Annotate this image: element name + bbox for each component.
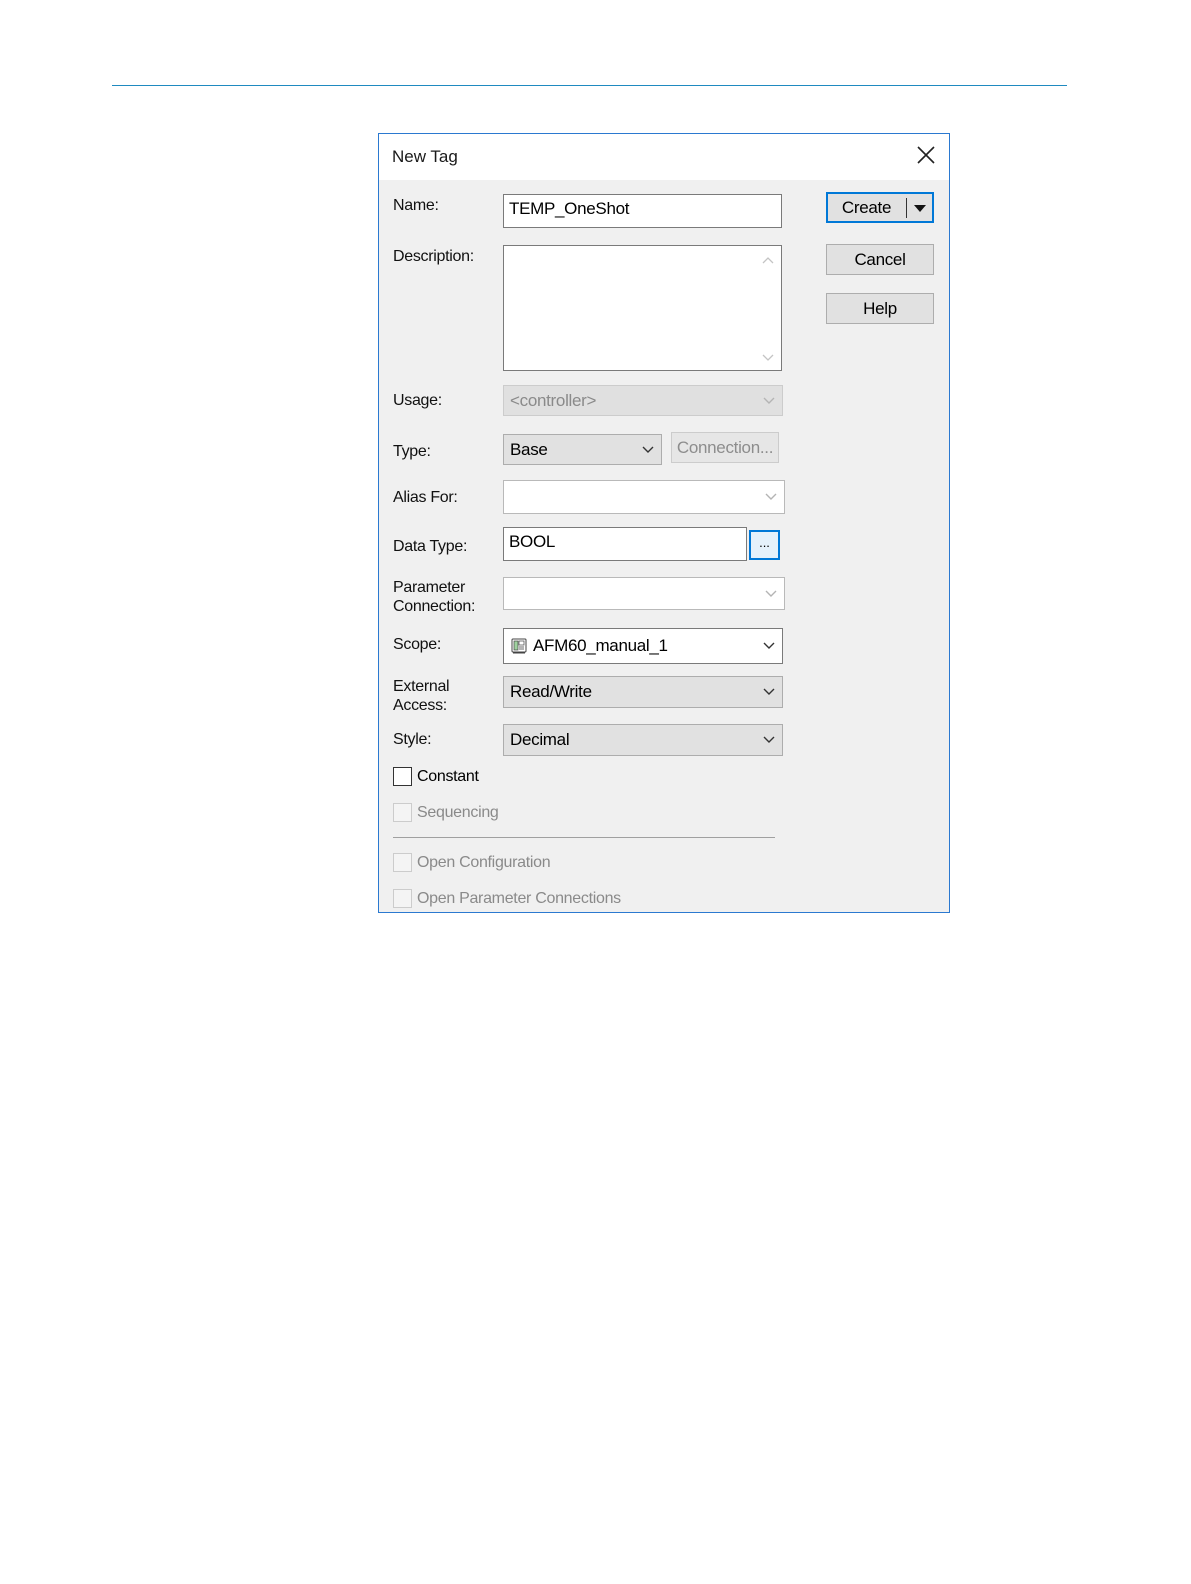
description-label: Description: (393, 248, 474, 265)
usage-select: <controller> (503, 385, 783, 416)
sequencing-checkbox-row[interactable]: Sequencing (393, 803, 499, 822)
create-button-label: Create (841, 197, 892, 217)
parameter-connection-label-line2: Connection: (393, 598, 476, 615)
sequencing-label: Sequencing (417, 803, 499, 821)
dialog-title: New Tag (392, 147, 458, 166)
external-access-select[interactable]: Read/Write (503, 676, 783, 708)
open-parameter-connections-label: Open Parameter Connections (417, 889, 621, 907)
open-configuration-checkbox-row[interactable]: Open Configuration (393, 853, 551, 872)
external-access-label-line2: Access: (393, 697, 447, 714)
data-type-label: Data Type: (393, 538, 468, 555)
open-configuration-label: Open Configuration (417, 853, 551, 871)
create-button[interactable]: Create (826, 192, 934, 223)
style-value: Decimal (510, 730, 570, 749)
chevron-down-icon (763, 642, 775, 649)
page-header-rule (112, 85, 1067, 86)
constant-checkbox[interactable] (393, 767, 412, 786)
external-access-label: External Access: (393, 677, 450, 715)
new-tag-dialog: New Tag Name: TEMP_OneShot Description: … (378, 133, 950, 913)
scope-label: Scope: (393, 636, 442, 653)
scope-select[interactable]: AFM60_manual_1 (503, 628, 783, 664)
connection-button[interactable]: Connection... (671, 432, 779, 463)
style-label: Style: (393, 731, 432, 748)
type-value: Base (510, 439, 548, 459)
constant-checkbox-row[interactable]: Constant (393, 767, 479, 786)
chevron-down-icon (763, 736, 775, 743)
chevron-down-icon (763, 688, 775, 695)
chevron-down-icon (765, 493, 777, 500)
parameter-connection-label: Parameter Connection: (393, 578, 475, 616)
scope-value: AFM60_manual_1 (533, 636, 668, 655)
sequencing-checkbox[interactable] (393, 803, 412, 822)
usage-label: Usage: (393, 392, 442, 409)
alias-for-select[interactable] (503, 480, 785, 514)
constant-label: Constant (417, 767, 479, 785)
chevron-down-icon (642, 446, 654, 453)
open-configuration-checkbox[interactable] (393, 853, 412, 872)
name-label: Name: (393, 197, 439, 214)
description-textarea[interactable] (503, 245, 782, 371)
data-type-browse-button[interactable]: ... (749, 530, 780, 560)
external-access-value: Read/Write (510, 682, 592, 701)
cancel-button[interactable]: Cancel (826, 244, 934, 275)
type-label: Type: (393, 443, 431, 460)
parameter-connection-select[interactable] (503, 577, 785, 610)
scroll-up-icon[interactable] (761, 254, 775, 266)
name-input[interactable]: TEMP_OneShot (503, 194, 782, 228)
close-button[interactable] (913, 142, 939, 168)
divider (393, 837, 775, 838)
external-access-label-line1: External (393, 678, 450, 695)
usage-value: <controller> (510, 390, 597, 410)
data-type-input[interactable]: BOOL (503, 527, 747, 561)
create-dropdown-toggle[interactable] (907, 193, 933, 222)
help-button[interactable]: Help (826, 293, 934, 324)
style-select[interactable]: Decimal (503, 724, 783, 756)
open-parameter-connections-checkbox[interactable] (393, 889, 412, 908)
controller-icon (511, 638, 527, 654)
dialog-titlebar: New Tag (379, 134, 949, 180)
close-icon (917, 146, 935, 164)
chevron-down-icon (763, 397, 775, 404)
alias-for-label: Alias For: (393, 489, 458, 506)
open-parameter-connections-checkbox-row[interactable]: Open Parameter Connections (393, 889, 621, 908)
type-select[interactable]: Base (503, 434, 662, 465)
triangle-down-icon (914, 204, 926, 212)
scroll-down-icon[interactable] (761, 352, 775, 364)
chevron-down-icon (765, 590, 777, 597)
parameter-connection-label-line1: Parameter (393, 579, 465, 596)
